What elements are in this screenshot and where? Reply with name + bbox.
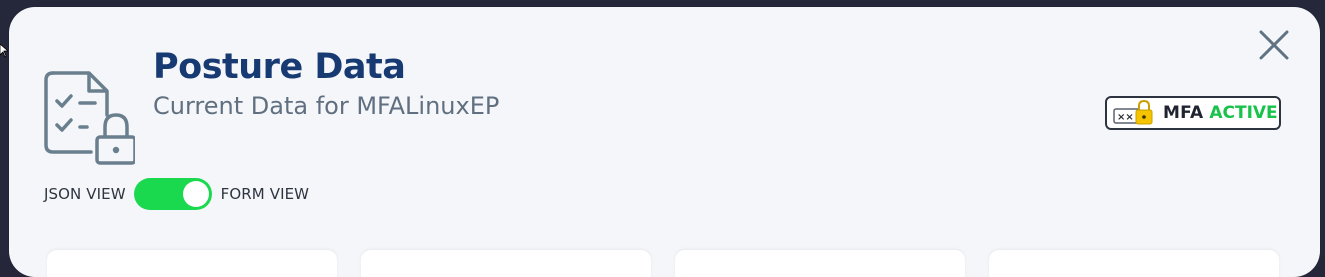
mfa-label: MFA bbox=[1163, 103, 1204, 123]
json-view-label[interactable]: JSON VIEW bbox=[44, 185, 126, 203]
posture-card bbox=[989, 250, 1279, 277]
page-title: Posture Data bbox=[153, 47, 406, 87]
posture-cards-row bbox=[9, 250, 1320, 277]
posture-card bbox=[361, 250, 651, 277]
page-subtitle: Current Data for MFALinuxEP bbox=[153, 92, 500, 120]
view-toggle: JSON VIEW FORM VIEW bbox=[44, 178, 309, 210]
mfa-status-badge: ×× MFA ACTIVE bbox=[1105, 96, 1281, 130]
form-view-label[interactable]: FORM VIEW bbox=[221, 185, 309, 203]
svg-text:××: ×× bbox=[1117, 112, 1134, 123]
posture-card bbox=[675, 250, 965, 277]
posture-card bbox=[47, 250, 337, 277]
checklist-lock-icon bbox=[44, 71, 135, 165]
mfa-lock-icon: ×× bbox=[1113, 100, 1153, 125]
view-mode-switch[interactable] bbox=[133, 178, 212, 210]
mouse-cursor-icon bbox=[0, 44, 8, 58]
switch-knob[interactable] bbox=[182, 181, 209, 207]
posture-data-modal: Posture Data Current Data for MFALinuxEP… bbox=[9, 7, 1320, 277]
mfa-status-text: ACTIVE bbox=[1209, 103, 1278, 123]
close-icon[interactable] bbox=[1257, 28, 1291, 62]
